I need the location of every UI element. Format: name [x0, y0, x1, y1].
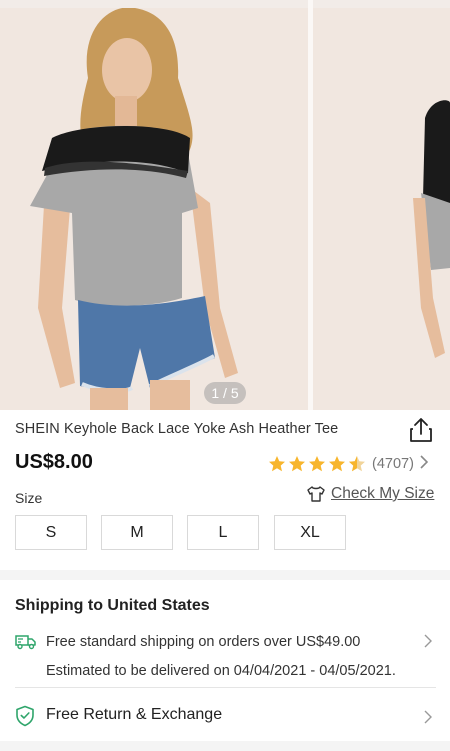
- product-image-next-preview[interactable]: [313, 8, 450, 410]
- size-option-s[interactable]: S: [15, 515, 87, 550]
- image-counter: 1 / 5: [204, 382, 246, 404]
- shipping-estimated-delivery: Estimated to be delivered on 04/04/2021 …: [46, 663, 396, 679]
- star-icon: [329, 456, 345, 472]
- product-image-gallery[interactable]: 1 / 5: [0, 0, 450, 410]
- truck-icon: [15, 632, 37, 655]
- chevron-right-icon: [424, 634, 432, 653]
- share-button[interactable]: [406, 415, 436, 445]
- star-icon: [289, 456, 305, 472]
- size-option-l[interactable]: L: [187, 515, 259, 550]
- star-icon: [309, 456, 325, 472]
- rating-count: (4707): [372, 456, 414, 472]
- shipping-free-threshold: Free standard shipping on orders over US…: [46, 634, 361, 650]
- chevron-right-icon: [424, 710, 432, 729]
- rating-stars: [268, 455, 366, 473]
- product-image-main[interactable]: 1 / 5: [0, 8, 308, 410]
- section-divider-bottom: [0, 741, 450, 751]
- share-icon: [410, 418, 432, 442]
- product-title: SHEIN Keyhole Back Lace Yoke Ash Heather…: [15, 421, 339, 437]
- check-my-size-label: Check My Size: [331, 485, 435, 502]
- chevron-right-icon: [420, 454, 429, 474]
- star-icon: [269, 456, 285, 472]
- product-photo: [0, 8, 308, 410]
- shield-check-icon: [15, 705, 35, 732]
- product-photo-next: [313, 8, 450, 410]
- size-option-xl[interactable]: XL: [274, 515, 346, 550]
- size-option-m[interactable]: M: [101, 515, 173, 550]
- row-divider: [15, 687, 436, 688]
- tshirt-icon: [307, 486, 325, 502]
- free-return-label: Free Return & Exchange: [46, 706, 223, 723]
- product-price: US$8.00: [15, 451, 93, 473]
- size-label: Size: [15, 490, 43, 506]
- section-divider: [0, 570, 450, 580]
- shipping-title: Shipping to United States: [15, 597, 210, 614]
- check-my-size-link[interactable]: Check My Size: [306, 485, 434, 503]
- rating-summary[interactable]: (4707): [268, 454, 429, 474]
